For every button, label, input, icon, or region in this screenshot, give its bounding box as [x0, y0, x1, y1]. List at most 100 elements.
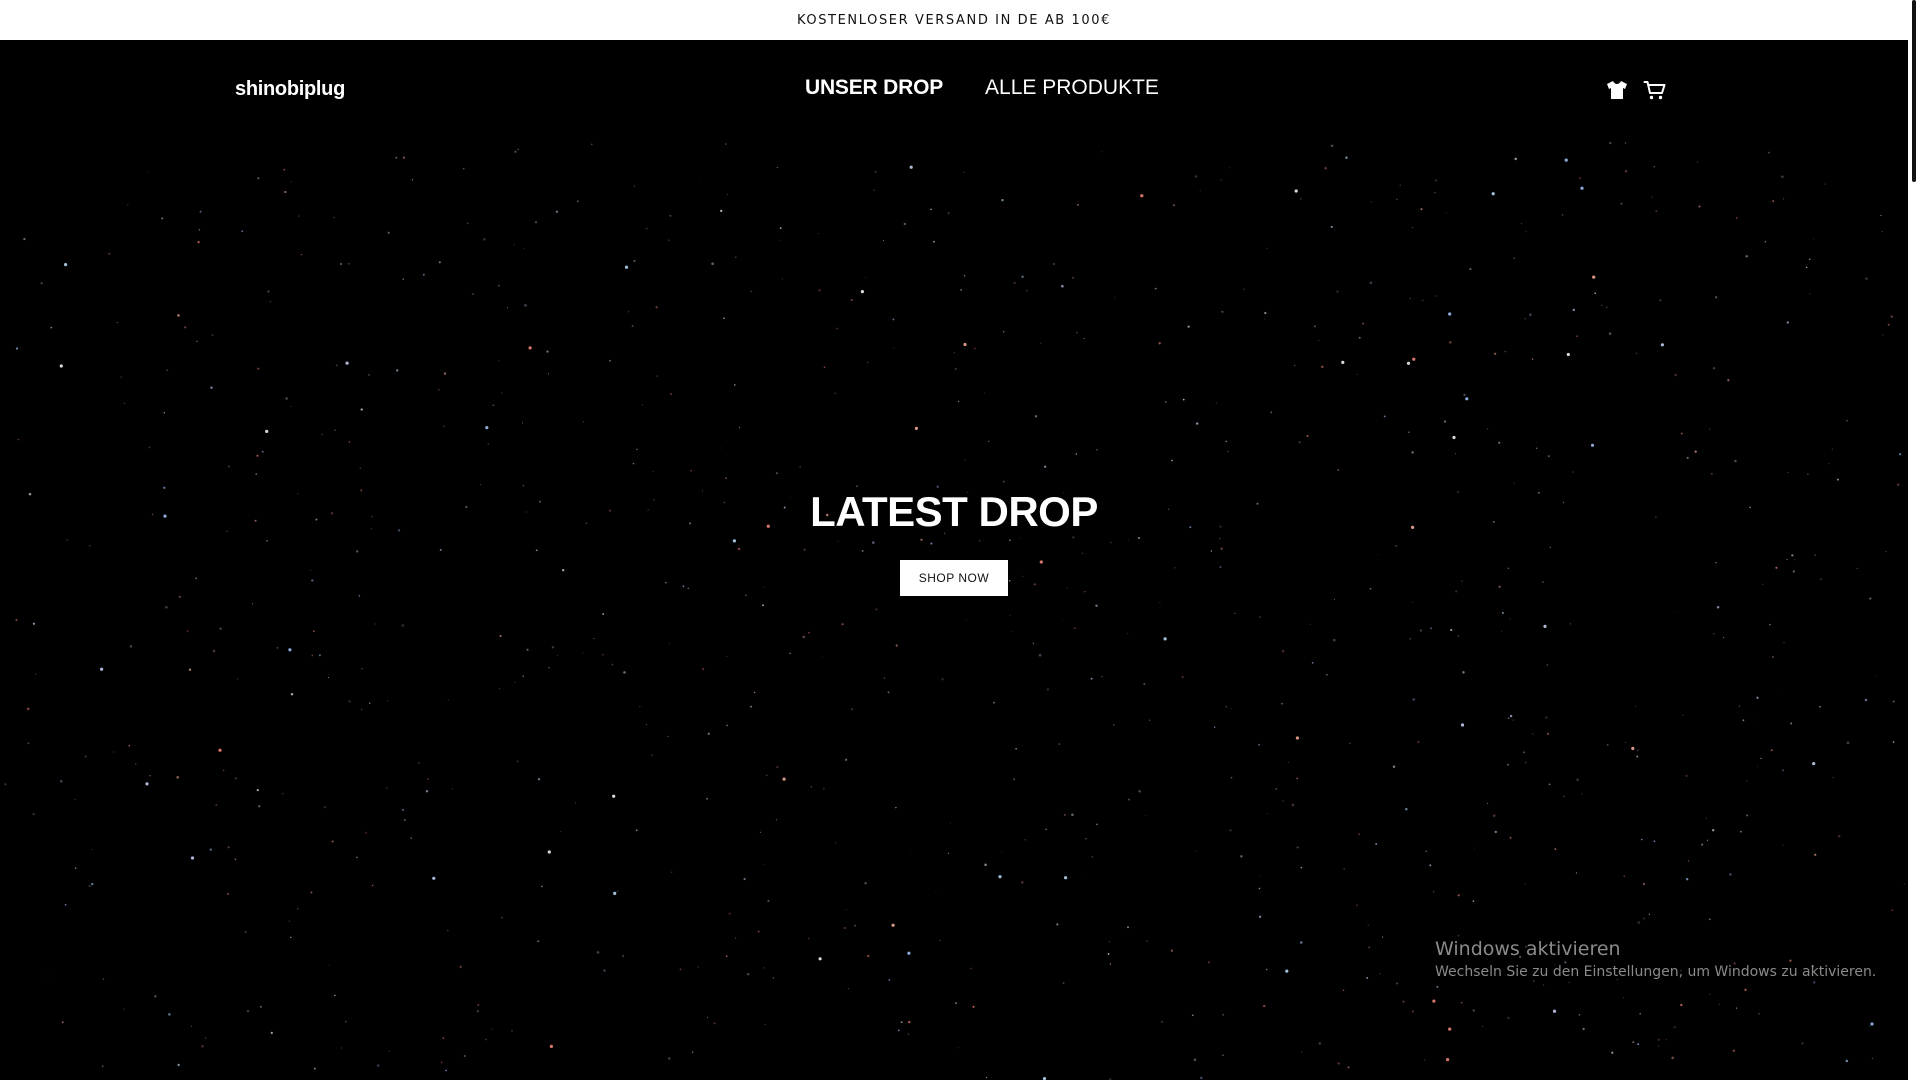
- star: [1358, 336, 1361, 339]
- star: [323, 806, 326, 809]
- star: [331, 840, 334, 843]
- star: [706, 1016, 709, 1018]
- star: [1648, 913, 1651, 915]
- star: [1631, 746, 1635, 751]
- star: [750, 290, 753, 293]
- star: [713, 1022, 716, 1025]
- star: [1045, 828, 1047, 831]
- star: [891, 923, 895, 927]
- star: [1712, 367, 1716, 370]
- star: [1512, 719, 1515, 721]
- star: [190, 856, 195, 860]
- star: [498, 360, 500, 362]
- cart-icon[interactable]: [1643, 78, 1667, 102]
- star: [165, 606, 168, 609]
- star: [1032, 642, 1035, 644]
- star: [269, 300, 272, 303]
- star: [513, 244, 515, 246]
- star: [425, 790, 429, 793]
- windows-activation-subtitle: Wechseln Sie zu den Einstellungen, um Wi…: [1435, 964, 1877, 980]
- star: [255, 473, 258, 475]
- star: [670, 871, 673, 873]
- star: [627, 311, 630, 313]
- site-logo[interactable]: shinobiplug: [235, 78, 345, 101]
- star: [1637, 1043, 1640, 1046]
- star: [993, 701, 995, 704]
- star: [1334, 599, 1335, 601]
- shop-now-button[interactable]: SHOP NOW: [899, 560, 1009, 596]
- star: [985, 1076, 988, 1079]
- vertical-scrollbar[interactable]: [1908, 0, 1920, 1080]
- star: [1561, 214, 1564, 216]
- star: [1085, 838, 1087, 840]
- star: [1521, 223, 1522, 225]
- star: [258, 805, 261, 808]
- star: [1193, 1058, 1197, 1062]
- star: [318, 654, 321, 657]
- star: [1639, 1012, 1642, 1015]
- star: [1282, 800, 1284, 802]
- star: [1524, 318, 1526, 320]
- star: [283, 168, 286, 171]
- star: [1126, 632, 1129, 635]
- star: [1868, 1025, 1870, 1027]
- star: [1230, 776, 1233, 779]
- star: [1770, 749, 1773, 752]
- star: [1522, 751, 1525, 754]
- star: [652, 470, 654, 472]
- star: [123, 402, 126, 405]
- star: [1412, 357, 1416, 361]
- star: [282, 793, 284, 795]
- star: [1300, 866, 1303, 869]
- star: [641, 404, 644, 406]
- star: [973, 347, 976, 350]
- star: [907, 951, 911, 955]
- star: [776, 765, 779, 769]
- star: [227, 846, 230, 849]
- star: [1145, 815, 1147, 816]
- star: [1434, 192, 1436, 194]
- star: [935, 891, 937, 893]
- star: [1034, 415, 1038, 418]
- star: [1064, 876, 1068, 880]
- star: [1594, 292, 1597, 295]
- star: [613, 891, 617, 896]
- star: [1769, 623, 1771, 626]
- nav-alle-produkte[interactable]: ALLE PRODUKTE: [985, 76, 1159, 100]
- star: [802, 635, 806, 639]
- star: [1782, 198, 1785, 200]
- star: [1498, 441, 1501, 444]
- star: [410, 837, 413, 840]
- tshirt-icon[interactable]: [1605, 78, 1629, 102]
- star: [631, 324, 634, 327]
- star: [611, 663, 614, 666]
- star: [537, 940, 540, 943]
- star: [256, 788, 259, 792]
- star: [1635, 352, 1638, 355]
- star: [895, 644, 898, 647]
- star: [895, 806, 897, 809]
- star: [1341, 360, 1345, 364]
- star: [321, 433, 323, 436]
- star: [1291, 803, 1295, 807]
- star: [1493, 352, 1497, 355]
- star: [537, 777, 541, 781]
- nav-unser-drop[interactable]: UNSER DROP: [805, 76, 943, 100]
- star: [1001, 851, 1003, 853]
- star: [1494, 830, 1498, 834]
- star: [957, 400, 960, 403]
- star: [1333, 638, 1336, 642]
- star: [1473, 847, 1475, 849]
- scrollbar-thumb[interactable]: [1912, 0, 1916, 182]
- star: [1356, 904, 1358, 906]
- star: [1686, 456, 1689, 459]
- star: [847, 988, 849, 990]
- star: [205, 1037, 207, 1039]
- star: [1258, 915, 1262, 919]
- star: [402, 156, 405, 159]
- star: [1680, 1003, 1683, 1007]
- star: [347, 262, 350, 265]
- star: [298, 215, 300, 217]
- star: [963, 275, 966, 277]
- star: [257, 177, 260, 180]
